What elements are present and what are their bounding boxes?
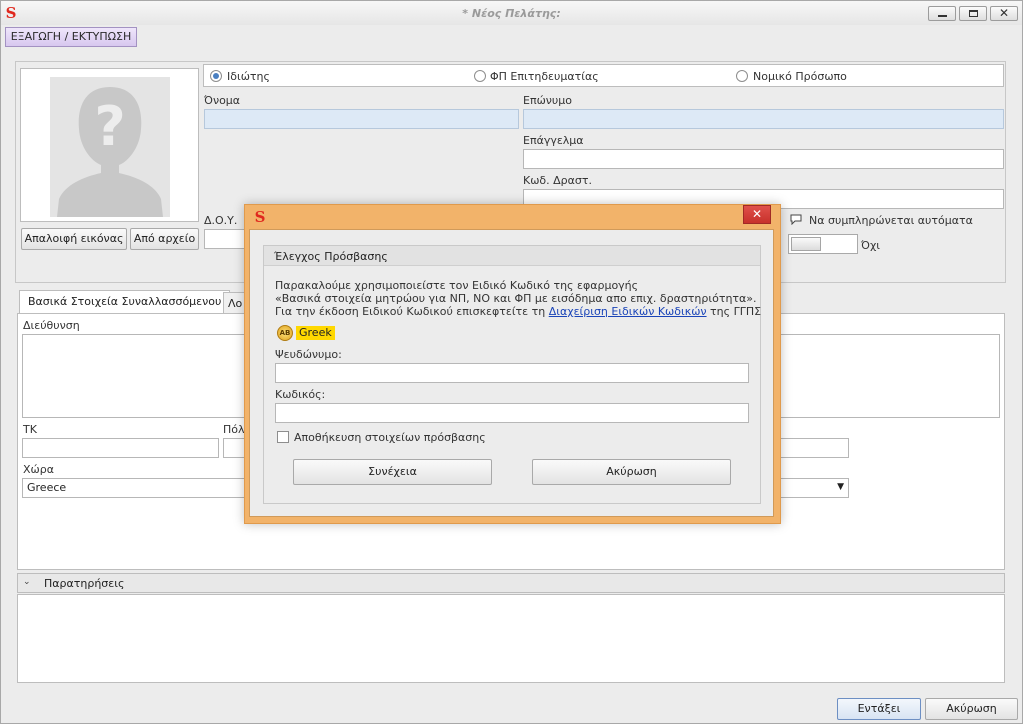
radio-self-employed-label: ΦΠ Επιτηδευματίας bbox=[490, 70, 599, 83]
radio-individual-label: Ιδιώτης bbox=[227, 70, 270, 83]
title-bar[interactable]: S * Νέος Πελάτης: ✕ bbox=[1, 1, 1022, 25]
dialog-message-line2: «Βασικά στοιχεία μητρώου για ΝΠ, ΝΟ και … bbox=[275, 292, 757, 305]
remember-label: Αποθήκευση στοιχείων πρόσβασης bbox=[294, 431, 486, 444]
close-window-button[interactable]: ✕ bbox=[990, 6, 1018, 21]
notes-header[interactable]: ⌄ Παρατηρήσεις bbox=[17, 573, 1005, 593]
password-field[interactable] bbox=[275, 403, 749, 423]
comment-icon bbox=[790, 214, 802, 226]
dialog-cancel-button[interactable]: Ακύρωση bbox=[532, 459, 731, 485]
zip-label: ΤΚ bbox=[23, 423, 37, 436]
radio-legal-entity-label: Νομικό Πρόσωπο bbox=[753, 70, 847, 83]
autofill-label: Να συμπληρώνεται αυτόματα bbox=[809, 214, 973, 227]
chevron-down-icon: ▼ bbox=[837, 482, 844, 492]
maximize-button[interactable] bbox=[959, 6, 987, 21]
radio-self-employed[interactable] bbox=[474, 70, 486, 82]
collapse-chevron-icon: ⌄ bbox=[23, 577, 31, 587]
dialog-message-line3-pre: Για την έκδοση Ειδικού Κωδικού επισκεφτε… bbox=[275, 305, 549, 318]
radio-legal-entity[interactable] bbox=[736, 70, 748, 82]
window-title: * Νέος Πελάτης: bbox=[462, 7, 561, 20]
export-print-button[interactable]: ΕΞΑΓΩΓΗ / ΕΚΤΥΠΩΣΗ bbox=[5, 27, 137, 47]
last-name-label: Επώνυμο bbox=[523, 94, 573, 107]
maximize-icon bbox=[969, 10, 978, 17]
dialog-logo-icon: S bbox=[254, 208, 266, 226]
clear-image-button[interactable]: Απαλοιφή εικόνας bbox=[21, 228, 127, 250]
special-codes-link[interactable]: Διαχείριση Ειδικών Κωδικών bbox=[549, 305, 707, 318]
country-value: Greece bbox=[27, 481, 67, 494]
first-name-field[interactable] bbox=[204, 109, 519, 129]
address-label: Διεύθυνση bbox=[23, 319, 80, 332]
zip-field[interactable] bbox=[22, 438, 219, 458]
notes-label: Παρατηρήσεις bbox=[44, 577, 125, 590]
username-label: Ψευδώνυμο: bbox=[275, 348, 342, 361]
activity-code-label: Κωδ. Δραστ. bbox=[523, 174, 592, 187]
username-field[interactable] bbox=[275, 363, 749, 383]
cancel-button[interactable]: Ακύρωση bbox=[925, 698, 1018, 720]
city-label: Πόλ bbox=[223, 423, 245, 436]
notes-field[interactable] bbox=[17, 594, 1005, 683]
continue-button[interactable]: Συνέχεια bbox=[293, 459, 492, 485]
photo-frame[interactable]: ? bbox=[20, 68, 199, 222]
toggle-knob bbox=[791, 237, 821, 251]
from-file-button[interactable]: Από αρχείο bbox=[130, 228, 199, 250]
dialog-message-line3: Για την έκδοση Ειδικού Κωδικού επισκεφτε… bbox=[275, 305, 761, 318]
autofill-value: Όχι bbox=[861, 239, 881, 252]
svg-text:?: ? bbox=[94, 95, 125, 158]
minimize-button[interactable] bbox=[928, 6, 956, 21]
tab-basic-info[interactable]: Βασικά Στοιχεία Συναλλασσόμενου bbox=[19, 290, 231, 314]
dialog-close-button[interactable]: ✕ bbox=[743, 205, 771, 224]
remember-checkbox[interactable] bbox=[277, 431, 289, 443]
autofill-toggle[interactable] bbox=[788, 234, 858, 254]
minimize-icon bbox=[938, 15, 947, 17]
dialog-message-line1: Παρακαλούμε χρησιμοποιείστε τον Ειδικό Κ… bbox=[275, 279, 639, 292]
ok-button[interactable]: Εντάξει bbox=[837, 698, 921, 720]
language-icon: AB bbox=[277, 325, 293, 341]
language-indicator[interactable]: Greek bbox=[296, 326, 335, 340]
entity-type-radio-group bbox=[203, 64, 1004, 87]
last-name-field[interactable] bbox=[523, 109, 1004, 129]
main-window: S * Νέος Πελάτης: ✕ ΕΞΑΓΩΓΗ / ΕΚΤΥΠΩΣΗ ?… bbox=[0, 0, 1023, 724]
first-name-label: Όνομα bbox=[204, 94, 241, 107]
profession-label: Επάγγελμα bbox=[523, 134, 584, 147]
country-label: Χώρα bbox=[23, 463, 54, 476]
tax-office-label: Δ.Ο.Υ. bbox=[204, 214, 238, 227]
access-group-title: Έλεγχος Πρόσβασης bbox=[274, 250, 388, 263]
dialog-message-line3-post: της ΓΓΠΣ bbox=[706, 305, 762, 318]
profession-field[interactable] bbox=[523, 149, 1004, 169]
access-group-header: Έλεγχος Πρόσβασης bbox=[264, 246, 760, 266]
radio-individual[interactable] bbox=[210, 70, 222, 82]
user-silhouette-icon: ? bbox=[21, 69, 198, 221]
password-label: Κωδικός: bbox=[275, 388, 326, 401]
close-icon: ✕ bbox=[999, 6, 1010, 20]
